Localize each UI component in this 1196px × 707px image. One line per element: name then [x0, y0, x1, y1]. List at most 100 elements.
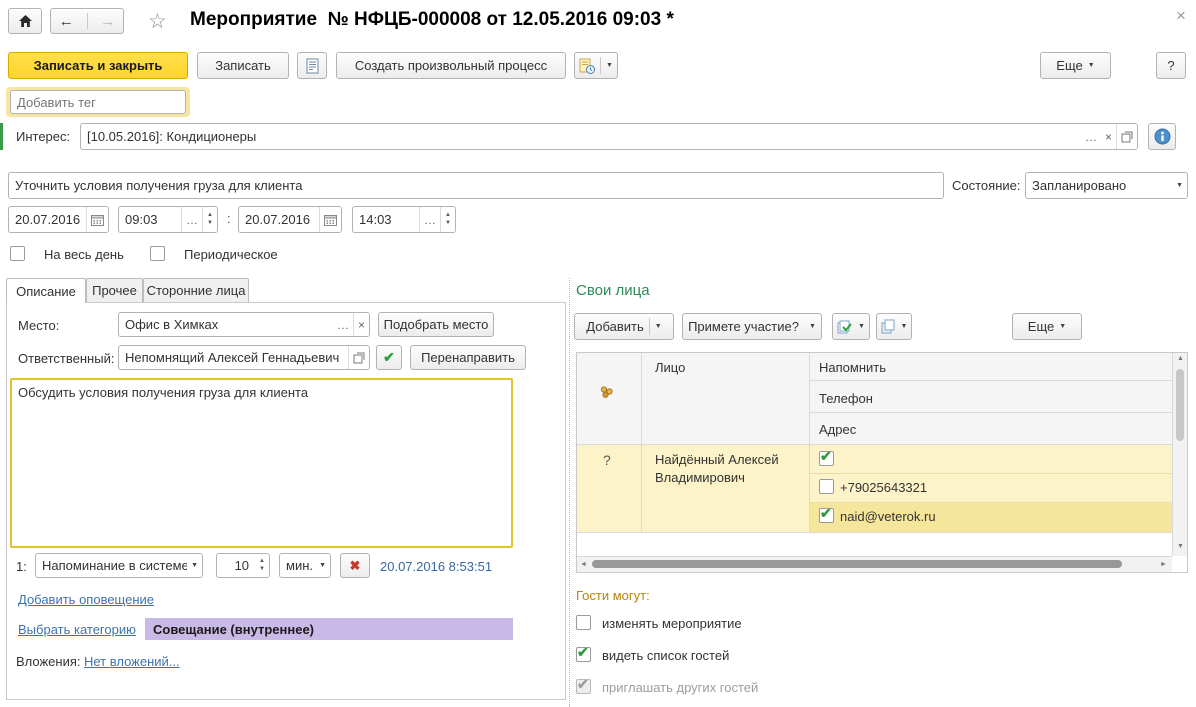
scroll-right-icon[interactable]: ►	[1160, 561, 1167, 568]
close-icon[interactable]: ×	[1176, 6, 1186, 26]
guests-see-list-checkbox[interactable]	[576, 647, 591, 662]
participate-button[interactable]: Примете участие? ▼	[682, 313, 822, 340]
forward-arrow-icon[interactable]: →	[93, 13, 124, 30]
horizontal-scroll-thumb[interactable]	[592, 560, 1122, 568]
interest-field[interactable]: [10.05.2016]: Кондиционеры … ×	[80, 123, 1138, 150]
delete-reminder-button[interactable]: ✖	[340, 553, 370, 578]
ellipsis-button[interactable]: …	[1081, 124, 1101, 149]
reminder-unit-select[interactable]: мин. ▼	[279, 553, 331, 578]
row-address[interactable]: naid@veterok.ru	[840, 509, 936, 524]
help-button[interactable]: ?	[1156, 52, 1186, 79]
reminder-type-select[interactable]: Напоминание в системе ▼	[35, 553, 203, 578]
subject-input[interactable]	[8, 172, 944, 199]
chevron-down-icon[interactable]: ▼	[655, 323, 662, 330]
tab-description[interactable]: Описание	[6, 278, 86, 303]
time-range-separator: :	[227, 211, 231, 226]
horizontal-scrollbar[interactable]: ◄ ►	[577, 556, 1172, 572]
add-alert-link[interactable]: Добавить оповещение	[18, 592, 154, 607]
clear-icon[interactable]: ×	[353, 313, 369, 336]
process-template-button[interactable]: ▼	[574, 52, 618, 79]
state-select[interactable]: Запланировано ▼	[1025, 172, 1188, 199]
ellipsis-button[interactable]: …	[333, 313, 353, 336]
confirm-responsible-button[interactable]: ✔	[376, 345, 402, 370]
row-phone[interactable]: +79025643321	[840, 480, 927, 495]
save-and-close-button[interactable]: Записать и закрыть	[8, 52, 188, 79]
calendar-icon[interactable]	[319, 207, 341, 232]
home-button[interactable]	[8, 8, 42, 34]
add-participant-button[interactable]: Добавить ▼	[574, 313, 674, 340]
remind-checkbox[interactable]	[819, 451, 834, 466]
guests-see-list-label: видеть список гостей	[602, 648, 729, 663]
scroll-left-icon[interactable]: ◄	[580, 561, 587, 568]
participants-more-button[interactable]: Еще ▼	[1012, 313, 1082, 340]
vertical-scroll-thumb[interactable]	[1176, 369, 1184, 441]
create-process-button[interactable]: Создать произвольный процесс	[336, 52, 566, 79]
guests-invite-checkbox[interactable]	[576, 679, 591, 694]
date-to-field[interactable]: 20.07.2016	[238, 206, 342, 233]
time-spinner[interactable]: ▲ ▼	[202, 207, 217, 232]
pick-place-button[interactable]: Подобрать место	[378, 312, 494, 337]
reminder-spinner[interactable]: ▲ ▼	[255, 554, 269, 577]
row-status-icon: ?	[603, 452, 611, 468]
chevron-down-icon[interactable]: ▼	[809, 323, 816, 330]
periodic-checkbox[interactable]	[150, 246, 165, 261]
favorite-star-icon[interactable]: ☆	[148, 9, 167, 34]
time-spinner[interactable]: ▲ ▼	[440, 207, 455, 232]
description-textarea[interactable]: Обсудить условия получения груза для кли…	[10, 378, 513, 548]
time-to-field[interactable]: 14:03 … ▲ ▼	[352, 206, 456, 233]
chevron-down-icon[interactable]: ▼	[901, 323, 908, 330]
date-from-field[interactable]: 20.07.2016	[8, 206, 109, 233]
guests-invite-label: приглашать других гостей	[602, 680, 758, 695]
column-person[interactable]: Лицо	[655, 360, 685, 375]
place-field[interactable]: Офис в Химках … ×	[118, 312, 370, 337]
participate-label: Примете участие?	[688, 319, 799, 334]
date-from-value: 20.07.2016	[9, 212, 86, 227]
chevron-down-icon[interactable]: ▼	[1172, 173, 1187, 198]
ellipsis-button[interactable]: …	[181, 207, 202, 232]
chevron-down-icon[interactable]: ▼	[187, 554, 202, 577]
mark-all-button[interactable]: ▼	[832, 313, 870, 340]
copy-rows-button[interactable]: ▼	[876, 313, 912, 340]
home-icon	[18, 14, 33, 28]
row-person[interactable]: Найдённый Алексей Владимирович	[655, 451, 800, 487]
more-button[interactable]: Еще ▼	[1040, 52, 1111, 79]
back-arrow-icon[interactable]: ←	[51, 13, 82, 30]
tab-other[interactable]: Прочее	[86, 278, 143, 302]
all-day-checkbox[interactable]	[10, 246, 25, 261]
scroll-down-icon[interactable]: ▼	[1177, 543, 1184, 550]
select-category-link[interactable]: Выбрать категорию	[18, 622, 136, 637]
open-icon[interactable]	[1116, 124, 1137, 149]
column-phone[interactable]: Телефон	[819, 391, 873, 406]
redirect-button[interactable]: Перенаправить	[410, 345, 526, 370]
clear-icon[interactable]: ×	[1101, 124, 1116, 149]
chevron-down-icon[interactable]: ▼	[315, 554, 330, 577]
chevron-down-icon[interactable]: ▼	[606, 62, 613, 69]
more-button-label: Еще	[1056, 58, 1082, 73]
guests-edit-checkbox[interactable]	[576, 615, 591, 630]
chevron-down-icon[interactable]: ▼	[858, 323, 865, 330]
attachments-link[interactable]: Нет вложений...	[84, 654, 180, 669]
address-checkbox[interactable]	[819, 508, 834, 523]
scroll-up-icon[interactable]: ▲	[1177, 355, 1184, 362]
time-from-field[interactable]: 09:03 … ▲ ▼	[118, 206, 218, 233]
participants-title: Свои лица	[576, 282, 650, 299]
reminder-value-stepper[interactable]: 10 ▲ ▼	[216, 553, 270, 578]
guests-edit-label: изменять мероприятие	[602, 616, 742, 631]
calendar-icon[interactable]	[86, 207, 108, 232]
column-remind[interactable]: Напомнить	[819, 360, 886, 375]
info-button[interactable]	[1148, 123, 1176, 150]
column-address[interactable]: Адрес	[819, 422, 856, 437]
responsible-field[interactable]: Непомнящий Алексей Геннадьевич	[118, 345, 370, 370]
document-button[interactable]	[297, 52, 327, 79]
ellipsis-button[interactable]: …	[419, 207, 440, 232]
save-button[interactable]: Записать	[197, 52, 289, 79]
reminder-fire-time: 20.07.2016 8:53:51	[380, 559, 492, 574]
divider	[649, 318, 650, 335]
chevron-down-icon: ▼	[1059, 323, 1066, 330]
phone-checkbox[interactable]	[819, 479, 834, 494]
open-icon[interactable]	[348, 346, 369, 369]
vertical-scrollbar[interactable]: ▲ ▼	[1172, 353, 1187, 556]
add-tag-input[interactable]	[10, 90, 186, 114]
panel-splitter[interactable]	[569, 278, 570, 707]
tab-third-parties[interactable]: Сторонние лица	[143, 278, 249, 302]
